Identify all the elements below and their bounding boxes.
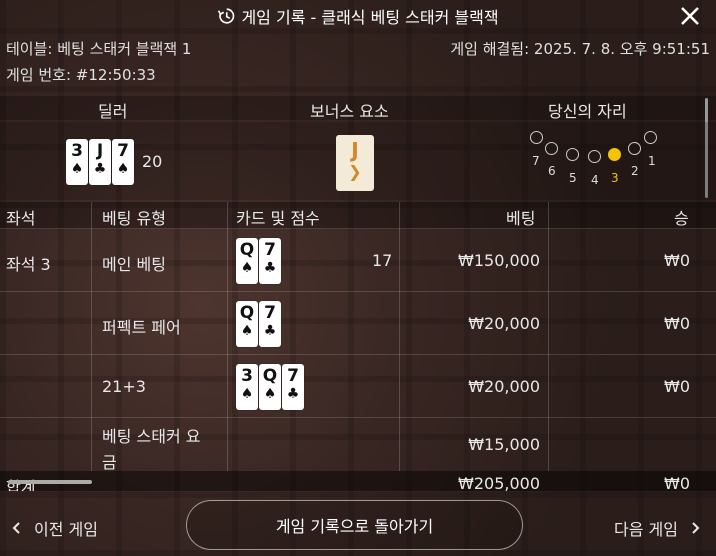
seat-heading: 당신의 자리 xyxy=(548,102,627,121)
total-win: ₩0 xyxy=(664,474,690,491)
seat-label: 7 xyxy=(532,154,540,168)
row-cards: Q ♠ 7 ♣ xyxy=(236,238,282,284)
col-win: 승 xyxy=(674,209,689,228)
row-cards: Q ♠ 7 ♣ xyxy=(236,301,282,347)
next-game-label: 다음 게임 xyxy=(614,520,678,539)
col-cards: 카드 및 점수 xyxy=(236,209,320,228)
dealer-heading: 딜러 xyxy=(98,102,128,121)
table-row: 퍼펙트 페어 Q ♠ 7 ♣ ₩20,000 ₩0 xyxy=(0,293,716,355)
seat-6 xyxy=(545,142,558,155)
bet-type-cell: 베팅 스태커 요 xyxy=(102,427,201,446)
seat-3-selected xyxy=(608,148,621,161)
next-game-button[interactable]: 다음 게임 xyxy=(614,516,702,540)
prev-game-label: 이전 게임 xyxy=(34,520,98,539)
dealer-score: 20 xyxy=(142,152,163,171)
playing-card: Q ♠ xyxy=(236,238,258,284)
playing-card: 7 ♣ xyxy=(259,238,281,284)
seat-2 xyxy=(628,142,641,155)
seat-cell: 좌석 3 xyxy=(6,255,51,274)
seat-5 xyxy=(566,148,579,161)
bonus-heading: 보너스 요소 xyxy=(310,102,389,121)
bet-type-cell-cont: 금 xyxy=(102,453,117,472)
col-seat: 좌석 xyxy=(6,209,36,228)
playing-card: Q ♠ xyxy=(236,301,258,347)
table-row: 베팅 스태커 요 금 ₩15,000 xyxy=(0,419,716,472)
bet-cell: ₩20,000 xyxy=(468,377,540,396)
footer-nav: 이전 게임 게임 기록으로 돌아가기 다음 게임 xyxy=(0,500,716,556)
bet-type-cell: 퍼펙트 페어 xyxy=(102,318,181,337)
seat-7 xyxy=(530,131,543,144)
back-to-history-label: 게임 기록으로 돌아가기 xyxy=(275,517,434,536)
bet-cell: ₩20,000 xyxy=(468,314,540,333)
section-header: 딜러 보너스 요소 당신의 자리 xyxy=(0,96,716,121)
seat-label: 4 xyxy=(591,173,599,187)
horizontal-scrollbar[interactable] xyxy=(8,480,92,484)
playing-card: Q ♠ xyxy=(259,364,281,410)
seat-label: 5 xyxy=(569,171,577,185)
chevron-left-icon xyxy=(12,522,20,534)
seat-1 xyxy=(644,131,657,144)
col-bet-type: 베팅 유형 xyxy=(102,209,166,228)
playing-card: J ♣ xyxy=(89,139,111,185)
seat-label: 2 xyxy=(631,164,639,178)
back-to-history-button[interactable]: 게임 기록으로 돌아가기 xyxy=(186,500,523,550)
table-row: 21+3 3 ♠ Q ♠ 7 ♣ ₩20,000 ₩0 xyxy=(0,356,716,418)
seat-label-selected: 3 xyxy=(611,171,619,185)
win-cell: ₩0 xyxy=(664,314,690,333)
game-history-panel: 게임 기록 - 클래식 베팅 스태커 블랙잭 테이블: 베팅 스태커 블랙잭 1… xyxy=(0,0,716,556)
total-bet: ₩205,000 xyxy=(458,474,540,491)
playing-card: 7 ♣ xyxy=(282,364,304,410)
playing-card: 7 ♠ xyxy=(112,139,134,185)
bonus-card-symbol: ❯ xyxy=(348,162,362,181)
table-name: 테이블: 베팅 스태커 블랙잭 1 xyxy=(6,40,192,58)
playing-card: 3 ♠ xyxy=(66,139,88,185)
playing-card: 7 ♣ xyxy=(259,301,281,347)
seat-label: 6 xyxy=(548,164,556,178)
bet-type-cell: 21+3 xyxy=(102,377,146,396)
table-header: 좌석 베팅 유형 카드 및 점수 베팅 승 xyxy=(0,202,716,229)
page-title: 게임 기록 - 클래식 베팅 스태커 블랙잭 xyxy=(241,8,499,27)
game-number: 게임 번호: #12:50:33 xyxy=(6,66,156,84)
win-cell: ₩0 xyxy=(664,377,690,396)
bet-type-cell: 메인 베팅 xyxy=(102,255,166,274)
panel-header: 게임 기록 - 클래식 베팅 스태커 블랙잭 xyxy=(0,0,716,32)
playing-card: 3 ♠ xyxy=(236,364,258,410)
dealer-cards: 3 ♠ J ♣ 7 ♠ xyxy=(66,139,135,185)
win-cell: ₩0 xyxy=(664,251,690,270)
seat-label: 1 xyxy=(648,154,656,168)
score-cell: 17 xyxy=(372,251,393,270)
close-icon xyxy=(681,7,699,25)
history-icon xyxy=(218,8,235,24)
total-row: 합계 ₩205,000 ₩0 xyxy=(0,471,716,491)
resolved-time: 게임 해결됨: 2025. 7. 8. 오후 9:51:51 xyxy=(450,40,710,58)
bet-cell: ₩15,000 xyxy=(468,435,540,454)
col-bet: 베팅 xyxy=(506,209,536,228)
table-row: 좌석 3 메인 베팅 Q ♠ 7 ♣ 17 ₩150,000 ₩0 xyxy=(0,230,716,292)
row-cards: 3 ♠ Q ♠ 7 ♣ xyxy=(236,364,305,410)
prev-game-button[interactable]: 이전 게임 xyxy=(10,516,98,540)
bonus-card-rank: J xyxy=(351,138,359,162)
close-button[interactable] xyxy=(678,4,702,28)
bet-cell: ₩150,000 xyxy=(458,251,540,270)
info-row: 테이블: 베팅 스태커 블랙잭 1 게임 해결됨: 2025. 7. 8. 오후… xyxy=(6,38,710,59)
seat-4 xyxy=(588,150,601,163)
chevron-right-icon xyxy=(692,522,700,534)
bonus-card: J ❯ xyxy=(336,135,374,191)
